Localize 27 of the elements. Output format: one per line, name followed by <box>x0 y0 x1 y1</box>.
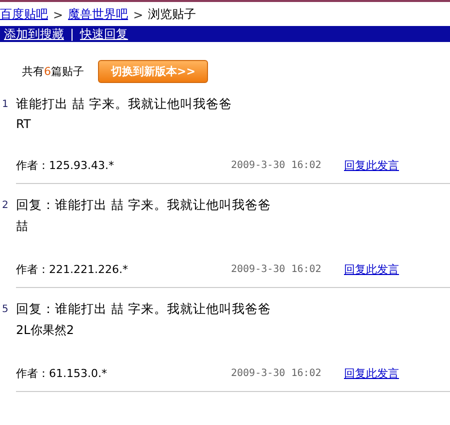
post-time: 2009-3-30 16:02 <box>231 160 322 171</box>
floor-number: 5 <box>1 303 10 317</box>
post-body: RT <box>16 117 32 131</box>
post-title: 谁能打出 喆 字来。我就让他叫我爸爸 <box>16 95 233 113</box>
post-time: 2009-3-30 16:02 <box>231 368 322 379</box>
post-title: 回复：谁能打出 喆 字来。我就让他叫我爸爸 <box>16 300 272 318</box>
post-title: 回复：谁能打出 喆 字来。我就让他叫我爸爸 <box>16 196 272 214</box>
post-body: 喆 <box>16 218 29 235</box>
breadcrumb-separator: > <box>53 8 64 22</box>
breadcrumb-link[interactable]: 百度贴吧 <box>0 6 48 23</box>
post-author: 作者：61.153.0.* <box>16 366 108 381</box>
nav-link[interactable]: 添加到搜藏 <box>4 26 64 42</box>
nav-link[interactable]: 快速回复 <box>80 26 128 42</box>
breadcrumb-link[interactable]: 魔兽世界吧 <box>68 6 128 23</box>
page-title: 浏览贴子 <box>148 6 196 23</box>
breadcrumb-separator: > <box>133 8 144 22</box>
reply-link[interactable]: 回复此发言 <box>344 366 399 381</box>
post-author: 作者：221.221.226.* <box>16 262 129 277</box>
post-count: 共有6篇贴子 <box>22 64 84 78</box>
post-author: 作者：125.93.43.* <box>16 158 115 173</box>
floor-number: 2 <box>1 199 10 213</box>
post-body: 2L你果然2 <box>16 322 75 339</box>
reply-link[interactable]: 回复此发言 <box>344 262 399 277</box>
reply-link[interactable]: 回复此发言 <box>344 158 399 173</box>
floor-number: 1 <box>1 98 10 112</box>
post-time: 2009-3-30 16:02 <box>231 264 322 275</box>
nav-separator: | <box>70 27 74 41</box>
